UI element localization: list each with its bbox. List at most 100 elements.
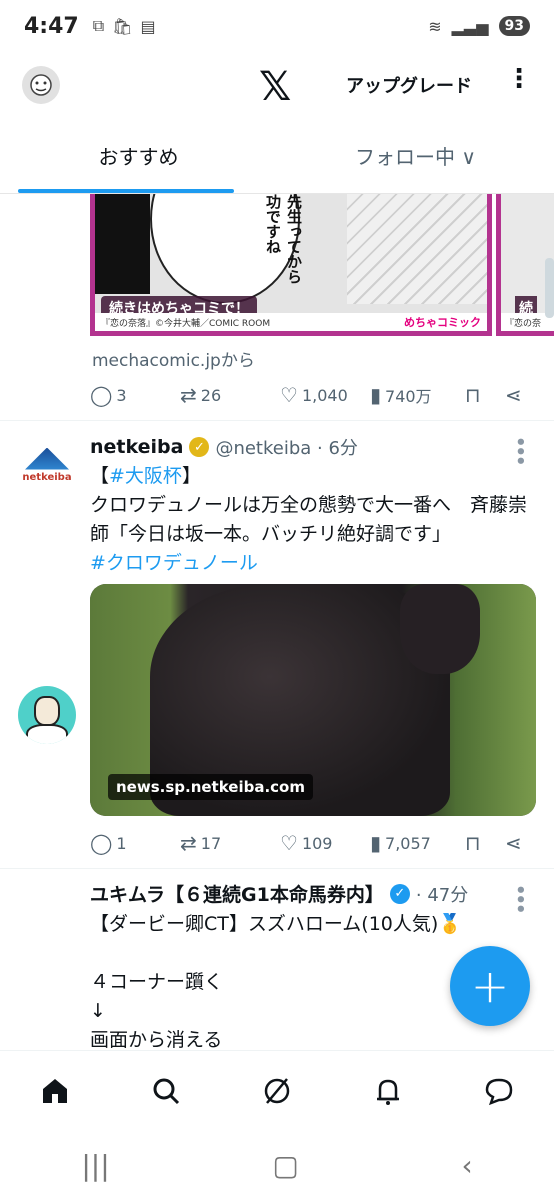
reply-icon: ◯: [90, 383, 113, 407]
yukimura-avatar[interactable]: [18, 686, 76, 744]
mechacomic-brand: めちゃコミック: [404, 316, 481, 329]
netkeiba-avatar[interactable]: netkeiba: [22, 440, 72, 490]
tab-for-you-label: おすすめ: [98, 145, 179, 169]
views-icon: ▮: [370, 383, 382, 407]
heart-icon: ♡: [280, 383, 298, 407]
card-source[interactable]: mechacomic.jpから: [92, 346, 255, 371]
view-count: 740万: [385, 387, 432, 406]
bookmark-button[interactable]: ⊓: [465, 383, 505, 407]
share-icon: ⋖: [505, 383, 522, 407]
netkeiba-logo-icon: [25, 447, 69, 470]
reply-count: 1: [116, 833, 127, 853]
tweet2-header: netkeiba ✓ @netkeiba · 6分: [90, 434, 358, 460]
avatar-coat-shape: [26, 724, 68, 744]
like-count: 1,040: [301, 385, 348, 405]
home-system-icon[interactable]: ▢: [272, 1149, 298, 1182]
avatar-face-shape: [34, 696, 60, 726]
heart-icon: ♡: [280, 831, 298, 855]
recent-apps-icon[interactable]: |||: [81, 1149, 109, 1182]
tweet-divider: [0, 868, 554, 869]
home-icon[interactable]: [35, 1071, 75, 1111]
retweet-button[interactable]: ⇄ 26: [180, 383, 280, 407]
wifi-icon: ≋: [428, 16, 442, 36]
tweet3-header: ユキムラ【６連続G1本命馬券内】 ✓ · 47分: [90, 880, 468, 907]
hashtag-horse[interactable]: #クロワデュノール: [90, 552, 258, 574]
hashtag-osaka[interactable]: #大阪杯: [109, 465, 182, 487]
upgrade-button[interactable]: アップグレード: [346, 72, 472, 98]
reply-button[interactable]: ◯ 3: [90, 383, 180, 407]
status-right: ≋ ▂▃▅ 93: [428, 16, 530, 36]
manga-speech-text: 先生ってから功ですね: [264, 194, 303, 284]
like-button[interactable]: ♡ 109: [280, 831, 370, 855]
bottom-navigation: [0, 1050, 554, 1130]
author-name[interactable]: ユキムラ【６連続G1本命馬券内】: [90, 880, 384, 907]
share-icon: ⋖: [505, 831, 522, 855]
share-button[interactable]: ⋖: [505, 831, 522, 855]
tab-for-you[interactable]: おすすめ: [0, 118, 277, 193]
tweet3-text: 【ダービー卿CT】スズハローム(10人気)🥇 ４コーナー躓く ↓ 画面から消える: [90, 913, 462, 1050]
system-navigation-bar: ||| ▢ ‹: [0, 1130, 554, 1200]
reply-icon: ◯: [90, 831, 113, 855]
views-button[interactable]: ▮ 7,057: [370, 831, 465, 855]
verified-badge-icon: ✓: [389, 883, 410, 904]
bracket-close: 】: [181, 465, 201, 487]
card-domain-label: news.sp.netkeiba.com: [108, 774, 313, 800]
reply-button[interactable]: ◯ 1: [90, 831, 180, 855]
view-count: 7,057: [385, 833, 431, 853]
retweet-icon: ⇄: [180, 383, 197, 407]
tweet1-actions: ◯ 3 ⇄ 26 ♡ 1,040 ▮ 740万 ⊓ ⋖: [90, 380, 530, 410]
shopping-bag-icon: 🛍: [112, 16, 133, 36]
author-name[interactable]: netkeiba: [90, 436, 183, 458]
like-button[interactable]: ♡ 1,040: [280, 383, 370, 407]
reply-count: 3: [116, 385, 127, 405]
bracket-open: 【: [90, 465, 110, 487]
screenshot-icon: ⧉: [92, 16, 105, 35]
carousel-scroll-indicator: [545, 258, 554, 318]
status-time: 4:47: [24, 13, 79, 39]
tab-following-label: フォロー中 ∨: [355, 145, 476, 169]
manga-ad-image[interactable]: 先生ってから功ですね 続きはめちゃコミで！ 『恋の奈落』©今井大輔／COMIC …: [90, 194, 492, 336]
manga-hair-shape: [95, 194, 150, 294]
status-bar: 4:47 ⧉ 🛍 ▤ ≋ ▂▃▅ 93: [0, 0, 554, 52]
like-count: 109: [301, 833, 333, 853]
calendar-icon: ▤: [140, 16, 156, 36]
active-tab-indicator: [18, 189, 234, 193]
tweet-more-icon[interactable]: •••: [509, 884, 530, 913]
verified-badge-icon: ✓: [189, 437, 210, 457]
retweet-button[interactable]: ⇄ 17: [180, 831, 280, 855]
bookmark-button[interactable]: ⊓: [465, 831, 505, 855]
tweet-more-icon[interactable]: •••: [509, 436, 530, 465]
tweet2-text: 【#大阪杯】 クロワデュノールは万全の態勢で大一番へ 斉藤崇師「今日は坂一本。バ…: [90, 462, 530, 578]
x-logo-icon[interactable]: 𝕏: [259, 64, 291, 110]
signal-icon: ▂▃▅: [451, 16, 489, 36]
search-icon[interactable]: [146, 1071, 186, 1111]
timeline-feed[interactable]: 先生ってから功ですね 続きはめちゃコミで！ 『恋の奈落』©今井大輔／COMIC …: [0, 194, 554, 1050]
more-options-icon[interactable]: ⋮: [506, 66, 532, 92]
compose-post-button[interactable]: +: [450, 946, 530, 1026]
grok-icon[interactable]: [257, 1071, 297, 1111]
retweet-icon: ⇄: [180, 831, 197, 855]
share-button[interactable]: ⋖: [505, 383, 522, 407]
author-handle: · 47分: [415, 884, 469, 906]
tweet2-actions: ◯ 1 ⇄ 17 ♡ 109 ▮ 7,057 ⊓ ⋖: [90, 828, 530, 858]
views-icon: ▮: [370, 831, 382, 855]
author-handle: @netkeiba · 6分: [215, 438, 358, 459]
retweet-count: 17: [200, 833, 222, 853]
retweet-count: 26: [200, 385, 222, 405]
profile-face-icon: [30, 74, 52, 96]
tab-following[interactable]: フォロー中 ∨: [277, 118, 554, 193]
notifications-icon[interactable]: [368, 1071, 408, 1111]
tweet-divider: [0, 420, 554, 421]
manga-cloth-shape: [347, 194, 487, 304]
profile-avatar[interactable]: [22, 66, 60, 104]
bookmark-icon: ⊓: [465, 383, 481, 407]
top-app-bar: 𝕏 アップグレード ⋮: [0, 52, 554, 118]
news-link-card[interactable]: news.sp.netkeiba.com: [90, 584, 536, 816]
horse-head-shape: [400, 584, 480, 674]
battery-indicator: 93: [498, 16, 530, 36]
bookmark-icon: ⊓: [465, 831, 481, 855]
status-notification-icons: ⧉ 🛍 ▤: [93, 16, 156, 36]
back-icon[interactable]: ‹: [461, 1149, 472, 1182]
messages-icon[interactable]: [479, 1071, 519, 1111]
views-button[interactable]: ▮ 740万: [370, 383, 465, 407]
